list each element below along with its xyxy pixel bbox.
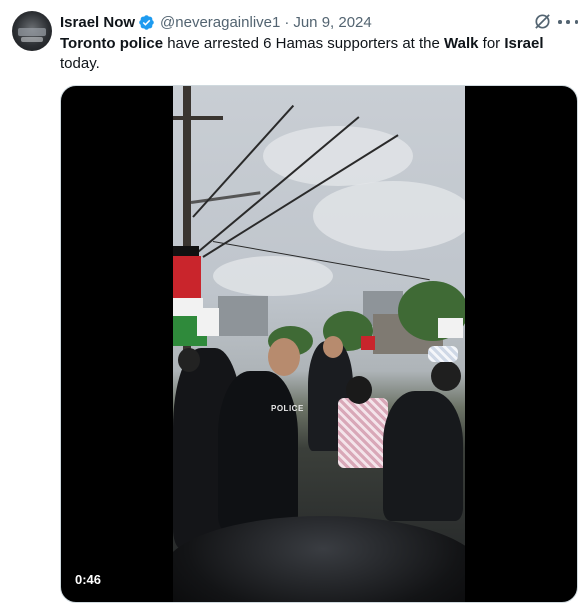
sky-cloud: [313, 181, 465, 251]
police-vest-text: POLICE: [271, 404, 304, 413]
police-officer-head: [323, 336, 343, 358]
tweet-text: Toronto police have arrested 6 Hamas sup…: [60, 34, 570, 74]
protester-head: [346, 376, 372, 404]
crowd-head: [178, 348, 200, 372]
tweet-text-part: today.: [60, 55, 100, 72]
more-dot: [558, 20, 562, 24]
police-officer-head: [431, 361, 461, 391]
tweet-date[interactable]: Jun 9, 2024: [293, 14, 371, 31]
avatar-image-detail: [21, 37, 43, 42]
utility-pole-arm: [173, 116, 223, 120]
author-handle[interactable]: @neveragainlive1: [160, 14, 280, 31]
flag-stripe: [361, 336, 375, 350]
avatar[interactable]: [12, 11, 52, 51]
tweet-text-part: Walk: [444, 35, 479, 52]
tweet-text-part: Toronto police: [60, 35, 164, 52]
author-name[interactable]: Israel Now: [60, 14, 135, 31]
keffiyeh-scarf: [428, 346, 458, 362]
flag-stripe: [197, 308, 219, 336]
video-duration: 0:46: [75, 572, 102, 587]
video-frame[interactable]: POLICE: [173, 86, 465, 602]
car-hood: [173, 516, 465, 602]
tweet-text-part: have arrested 6 Hamas supporters at the: [163, 35, 445, 52]
tweet-text-part: Israel: [504, 35, 544, 52]
tweet-card[interactable]: Israel Now @neveragainlive1 · Jun 9, 202…: [0, 0, 583, 610]
avatar-image-detail: [18, 28, 46, 36]
background-building: [218, 296, 268, 336]
more-dot: [566, 20, 570, 24]
verified-badge-icon[interactable]: [138, 14, 155, 31]
tweet-header: Israel Now @neveragainlive1 · Jun 9, 202…: [60, 12, 372, 32]
flag-stripe: [438, 318, 463, 338]
separator-dot: ·: [284, 13, 290, 31]
tweet-text-part: for: [478, 35, 505, 52]
grok-icon[interactable]: [533, 12, 552, 31]
streetlight: [190, 191, 261, 204]
more-dot: [574, 20, 578, 24]
police-officer: [383, 391, 463, 521]
video-player[interactable]: POLICE 0:46: [60, 85, 578, 603]
police-officer: [218, 371, 298, 531]
more-options-icon[interactable]: [558, 13, 578, 31]
police-officer-head: [268, 338, 300, 376]
sky-cloud: [213, 256, 333, 296]
keffiyeh-scarf: [338, 398, 388, 468]
